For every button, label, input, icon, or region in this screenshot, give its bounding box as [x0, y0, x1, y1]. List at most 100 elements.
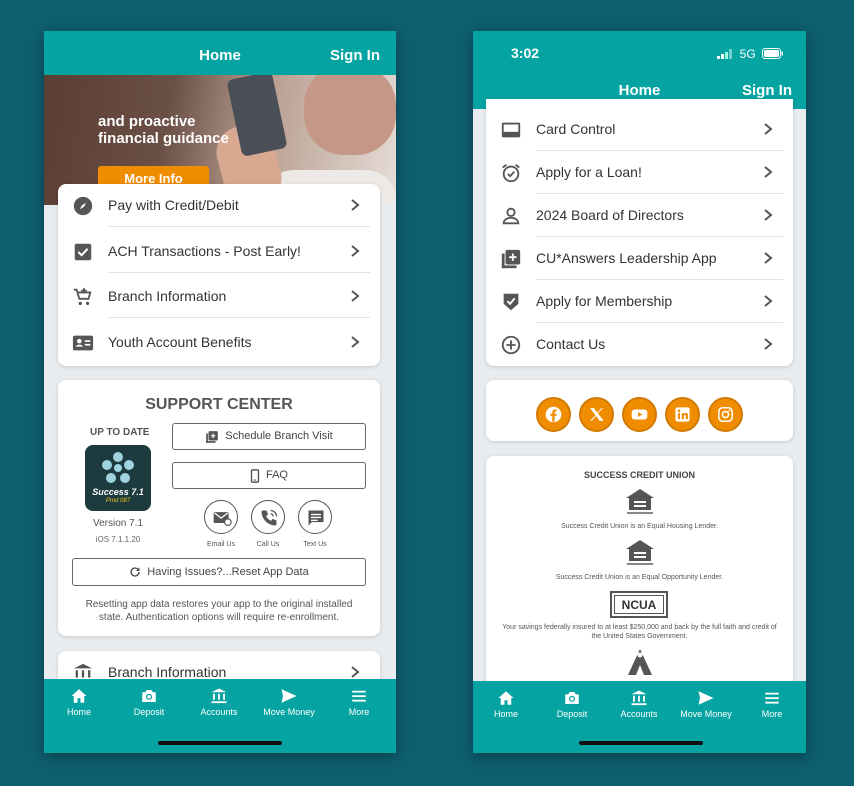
menu-item-label: Apply for a Loan! — [536, 164, 642, 180]
asterisk-logo-icon — [102, 452, 134, 483]
ncua-text: Your savings federally insured to at lea… — [502, 624, 777, 640]
bottom-tab-bar: Home Deposit Accounts Move Money More — [473, 681, 806, 753]
chevron-right-icon — [764, 123, 773, 135]
top-navbar: Home Sign In — [44, 31, 396, 75]
facebook-button[interactable] — [536, 397, 571, 432]
home-indicator[interactable] — [158, 741, 282, 745]
network-type: 5G — [739, 46, 756, 61]
linkedin-icon — [675, 407, 690, 422]
mobile-phone-icon — [250, 468, 260, 483]
chevron-right-icon — [764, 209, 773, 221]
bank-icon — [631, 690, 647, 706]
menu-item-card-control[interactable]: Card Control — [486, 108, 793, 151]
tab-label: Accounts — [200, 707, 238, 717]
add-box-icon — [501, 249, 521, 269]
tab-move-money[interactable]: Move Money — [256, 687, 322, 717]
email-us-button[interactable] — [204, 500, 238, 534]
call-us-label: Call Us — [256, 541, 280, 548]
sign-in-link[interactable]: Sign In — [742, 82, 792, 99]
menu-item-label: Youth Account Benefits — [108, 334, 252, 350]
tab-accounts[interactable]: Accounts — [186, 687, 252, 717]
chevron-right-icon — [764, 295, 773, 307]
menu-item-contact-us[interactable]: Contact Us — [486, 323, 793, 366]
menu-item-label: ACH Transactions - Post Early! — [108, 243, 301, 259]
tab-deposit[interactable]: Deposit — [116, 687, 182, 717]
disclosures-card: SUCCESS CREDIT UNION Success Credit Unio… — [486, 456, 793, 696]
compass-icon — [73, 196, 93, 216]
credit-union-name: SUCCESS CREDIT UNION — [583, 470, 695, 480]
status-time: 3:02 — [511, 45, 540, 61]
tab-label: Move Money — [680, 709, 732, 719]
linkedin-button[interactable] — [665, 397, 700, 432]
instagram-icon — [717, 406, 734, 423]
menu-item-apply-membership[interactable]: Apply for Membership — [486, 280, 793, 323]
signal-icon — [717, 48, 733, 59]
support-center-card: SUPPORT CENTER UP TO DATE Success 7.1 Pr… — [58, 380, 380, 636]
app-logo-name: Success 7.1 — [92, 487, 144, 497]
menu-item-pay-credit-debit[interactable]: Pay with Credit/Debit — [58, 184, 380, 227]
call-us-button[interactable] — [251, 500, 285, 534]
faq-button-label: FAQ — [265, 469, 288, 481]
facebook-icon — [545, 406, 562, 423]
chat-icon — [308, 510, 324, 526]
menu-item-leadership-app[interactable]: CU*Answers Leadership App — [486, 237, 793, 280]
text-us-button[interactable] — [298, 500, 332, 534]
schedule-branch-visit-button[interactable]: Schedule Branch Visit — [172, 423, 366, 450]
menu-item-label: Contact Us — [536, 336, 606, 352]
menu-item-branch-information[interactable]: Branch Information — [58, 275, 380, 318]
card-icon — [501, 122, 521, 138]
tab-more[interactable]: More — [739, 689, 805, 719]
ncua-logo: NCUA — [610, 591, 668, 618]
divider — [108, 226, 370, 227]
tab-deposit[interactable]: Deposit — [539, 689, 605, 719]
tab-home[interactable]: Home — [473, 689, 539, 719]
equal-housing-text: Success Credit Union is an Equal Housing… — [561, 523, 718, 530]
banner-photo-person — [304, 75, 396, 155]
faq-button[interactable]: FAQ — [172, 462, 366, 489]
reset-app-data-button[interactable]: Having Issues?...Reset App Data — [72, 558, 366, 586]
tab-more[interactable]: More — [326, 687, 392, 717]
right-phone-screen: 3:02 5G Home Sign In Card Control Apply … — [473, 31, 806, 753]
support-center-title: SUPPORT CENTER — [145, 396, 293, 413]
battery-icon — [762, 48, 783, 60]
menu-item-label: Apply for Membership — [536, 293, 673, 309]
youtube-icon — [631, 409, 648, 420]
tab-move-money[interactable]: Move Money — [673, 689, 739, 719]
menu-item-label: 2024 Board of Directors — [536, 207, 684, 223]
menu-card: Card Control Apply for a Loan! 2024 Boar… — [486, 99, 793, 366]
home-indicator[interactable] — [579, 741, 703, 745]
chevron-right-icon — [351, 336, 360, 348]
tab-label: Home — [493, 709, 518, 719]
tab-home[interactable]: Home — [46, 687, 112, 717]
divider — [108, 317, 370, 318]
equal-opportunity-icon — [626, 540, 654, 565]
email-us-label: Email Us — [206, 541, 235, 548]
plus-circle-icon — [501, 335, 521, 355]
top-navbar: 3:02 5G Home Sign In — [473, 31, 806, 109]
youtube-button[interactable] — [622, 397, 657, 432]
ncua-logo-text: NCUA — [614, 595, 664, 614]
chevron-right-icon — [351, 245, 360, 257]
bank-icon — [211, 688, 227, 704]
left-phone-screen: Home Sign In and proactive financial gui… — [44, 31, 396, 753]
id-card-icon — [72, 335, 94, 351]
chevron-right-icon — [351, 290, 360, 302]
status-indicators: 5G — [717, 46, 784, 61]
menu-item-apply-loan[interactable]: Apply for a Loan! — [486, 151, 793, 194]
app-logo-prod: Prod 087 — [105, 498, 131, 504]
menu-item-ach-transactions[interactable]: ACH Transactions - Post Early! — [58, 230, 380, 273]
app-version: Version 7.1 — [92, 518, 144, 529]
social-links-card — [486, 380, 793, 441]
x-button[interactable] — [579, 397, 614, 432]
tab-label: More — [348, 707, 370, 717]
tab-label: Move Money — [263, 707, 315, 717]
tab-accounts[interactable]: Accounts — [606, 689, 672, 719]
menu-item-board-directors[interactable]: 2024 Board of Directors — [486, 194, 793, 237]
cart-icon — [73, 287, 92, 306]
menu-item-youth-account-benefits[interactable]: Youth Account Benefits — [58, 321, 380, 364]
sign-in-link[interactable]: Sign In — [330, 47, 380, 64]
menu-item-label: Branch Information — [108, 288, 227, 304]
instagram-button[interactable] — [708, 397, 743, 432]
reset-note: Resetting app data restores your app to … — [85, 599, 353, 623]
add-box-icon — [206, 430, 219, 443]
